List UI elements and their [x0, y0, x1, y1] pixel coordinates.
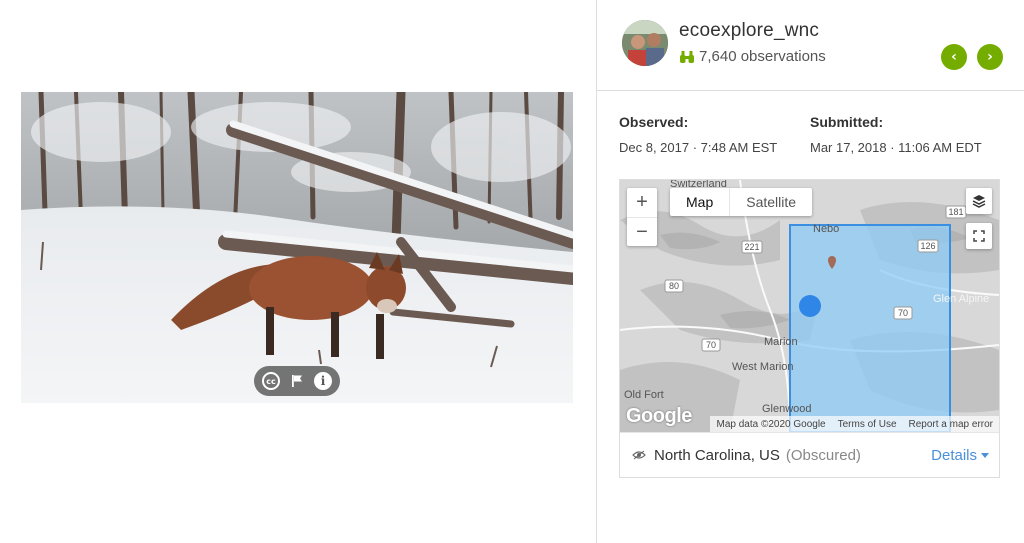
observation-photo[interactable]: [21, 92, 573, 403]
observer-header: ecoexplore_wnc 7,640 observations ‹ ›: [597, 0, 1024, 91]
observation-count[interactable]: 7,640 observations: [679, 48, 826, 65]
obscured-label: (Obscured): [785, 446, 861, 464]
observation-sidebar: ecoexplore_wnc 7,640 observations ‹ › Ob…: [596, 0, 1024, 543]
details-label: Details: [931, 446, 977, 464]
route-shield-181: 181: [948, 207, 963, 217]
observed-label: Observed:: [619, 114, 689, 130]
route-shield-126: 126: [920, 241, 935, 251]
fullscreen-icon: [973, 230, 985, 242]
route-shield-70-west: 70: [706, 340, 716, 350]
map-data-credit: Map data ©2020 Google: [716, 418, 826, 430]
layers-icon: [972, 195, 986, 208]
map-type-control: Map Satellite: [670, 188, 813, 216]
location-map-panel: Switzerland Nebo Glen Alpine Marion West…: [619, 179, 1000, 478]
avatar[interactable]: [622, 20, 668, 66]
creative-commons-icon: cc: [262, 372, 280, 390]
binoculars-icon: [680, 50, 694, 63]
report-map-error-link[interactable]: Report a map error: [909, 419, 993, 430]
terms-of-use-link[interactable]: Terms of Use: [838, 419, 897, 430]
observation-location-marker[interactable]: [799, 295, 821, 317]
info-icon: i: [314, 372, 332, 390]
map-label-glenwood: Glenwood: [762, 403, 812, 415]
place-row: North Carolina, US (Obscured) Details: [620, 432, 999, 477]
fox-in-snow-image: [21, 92, 573, 403]
map-label-marion: Marion: [764, 336, 798, 348]
map-attribution: Map data ©2020 Google Terms of Use Repor…: [710, 416, 999, 432]
submitted-date: Submitted: Mar 17, 2018 · 11:06 AM EDT: [810, 114, 982, 155]
map-label-glen-alpine: Glen Alpine: [933, 293, 989, 305]
location-map[interactable]: Switzerland Nebo Glen Alpine Marion West…: [620, 180, 999, 432]
map-type-map-button[interactable]: Map: [670, 188, 729, 216]
route-shield-221: 221: [744, 242, 759, 252]
eye-obscured-icon: [632, 450, 646, 460]
avatar-image: [622, 20, 668, 66]
flag-icon: [292, 375, 302, 387]
zoom-control: + −: [627, 188, 657, 246]
fullscreen-button[interactable]: [966, 223, 992, 249]
chevron-left-icon: ‹: [951, 49, 957, 65]
caret-down-icon: [981, 452, 989, 458]
map-label-old-fort: Old Fort: [624, 389, 664, 401]
flag-button[interactable]: [287, 371, 307, 391]
chevron-right-icon: ›: [987, 49, 993, 65]
place-name: North Carolina, US: [654, 446, 780, 464]
route-shield-70-east: 70: [898, 308, 908, 318]
license-button[interactable]: cc: [261, 371, 281, 391]
route-shield-80: 80: [669, 281, 679, 291]
map-type-satellite-button[interactable]: Satellite: [729, 188, 812, 216]
details-dropdown[interactable]: Details: [931, 447, 989, 464]
previous-observation-button[interactable]: ‹: [941, 44, 967, 70]
zoom-in-button[interactable]: +: [627, 188, 657, 217]
info-button[interactable]: i: [313, 371, 333, 391]
submitted-label: Submitted:: [810, 114, 884, 130]
photo-viewer: cc i: [0, 0, 596, 543]
observed-value: Dec 8, 2017 · 7:48 AM EST: [619, 140, 778, 155]
observation-count-label: 7,640 observations: [699, 48, 826, 65]
submitted-value: Mar 17, 2018 · 11:06 AM EDT: [810, 140, 982, 155]
layers-button[interactable]: [966, 188, 992, 214]
next-observation-button[interactable]: ›: [977, 44, 1003, 70]
terrain-map: Switzerland Nebo Glen Alpine Marion West…: [620, 180, 999, 432]
zoom-out-button[interactable]: −: [627, 217, 657, 246]
observer-username[interactable]: ecoexplore_wnc: [679, 20, 819, 42]
photo-controls: cc i: [254, 366, 340, 396]
observed-date: Observed: Dec 8, 2017 · 7:48 AM EST: [619, 114, 777, 155]
google-logo[interactable]: Google: [626, 405, 692, 428]
map-label-west-marion: West Marion: [732, 361, 794, 373]
map-label-nebo: Nebo: [813, 223, 839, 235]
